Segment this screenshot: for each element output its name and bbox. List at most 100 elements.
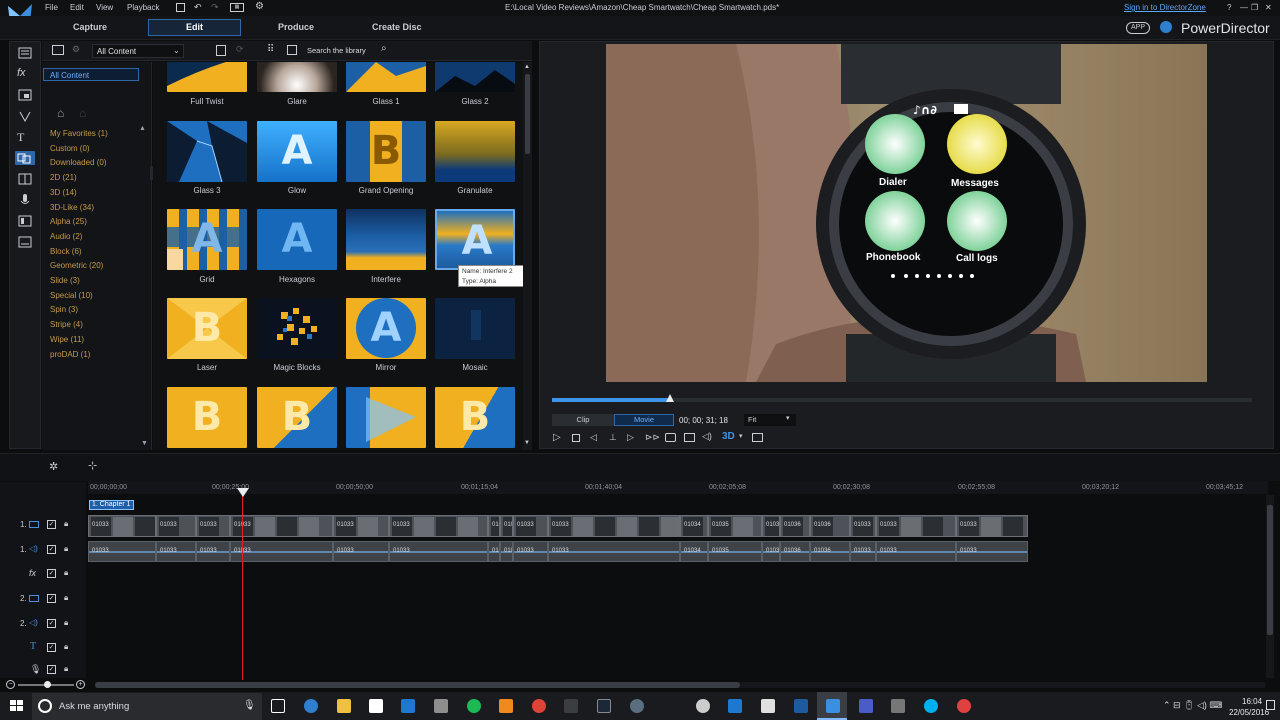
scrollbar-thumb[interactable] [95,682,740,688]
video-clip[interactable]: 01033 [333,515,389,537]
photoshop-icon[interactable] [794,699,808,713]
scrubber-handle[interactable] [665,394,674,402]
fit-timeline-icon[interactable]: ⊹ [88,459,97,472]
settings-icon[interactable] [696,699,710,713]
restore-button[interactable]: ❐ [1251,3,1258,12]
next-frame-icon[interactable]: ▷ [627,432,634,443]
chrome-icon[interactable] [532,699,546,713]
redo-icon[interactable]: ↷ [211,2,219,13]
transition-thumb-grid[interactable]: A [167,209,247,270]
transition-thumb-interfere-2[interactable]: A [435,209,515,270]
category-item[interactable]: Alpha (25) [50,217,87,226]
app-icon[interactable] [630,699,644,713]
close-button[interactable]: ✕ [1265,3,1272,12]
horizontal-scrollbar[interactable] [95,682,1265,688]
skype-icon[interactable] [924,699,938,713]
audio-clip[interactable]: 01033 [88,541,156,562]
playhead-handle[interactable] [237,488,249,497]
file-explorer-icon[interactable] [337,699,351,713]
scrollbar-thumb[interactable] [1267,505,1273,635]
media-app-icon[interactable] [434,699,448,713]
zoom-out-icon[interactable]: − [6,680,15,689]
scroll-down-icon[interactable]: ▼ [524,440,530,446]
tag-remove-icon[interactable]: ⌂ [79,106,86,120]
content-filter-select[interactable]: All Content ⌄ [92,44,184,58]
transition-thumb[interactable]: B [257,387,337,448]
track-lock-icon[interactable]: 🔒︎ [64,519,68,529]
audio-clip[interactable]: 01033 [876,541,956,562]
video-clip[interactable]: 01033 [850,515,876,537]
undo-icon[interactable]: ↶ [194,2,202,13]
transition-thumb-glass-3[interactable] [167,121,247,182]
add-to-favorites-icon[interactable] [216,45,226,56]
recorder-icon[interactable] [957,699,971,713]
audio-clip[interactable]: 01036 [810,541,850,562]
store-icon[interactable] [369,699,383,713]
edge-icon[interactable] [304,699,318,713]
video-clip[interactable]: 01033 [156,515,196,537]
chevron-down-icon[interactable]: ▾ [739,432,743,440]
category-item[interactable]: Geometric (20) [50,261,103,270]
voice-over-icon[interactable] [17,193,33,207]
video-clip[interactable]: 01035 [762,515,780,537]
help-button[interactable]: ? [1227,3,1231,12]
undock-preview-icon[interactable] [752,433,763,442]
transition-thumb-full-twist[interactable] [167,62,247,92]
subtitle-toggle-icon[interactable] [684,433,695,442]
start-button[interactable] [10,700,24,712]
track-lock-icon[interactable]: 🔒︎ [64,618,68,628]
category-item[interactable]: My Favorites (1) [50,129,108,138]
timeline-scrollbar[interactable] [1266,495,1274,678]
video-clip[interactable]: 01036 [780,515,810,537]
transition-thumb[interactable]: B [167,387,247,448]
zoom-fit-select[interactable]: Fit ▾ [744,414,796,426]
audio-clip[interactable]: 01033 [230,541,333,562]
track-enable-checkbox[interactable]: ✓ [47,594,56,603]
video-clip[interactable]: 01033 [88,515,156,537]
timeline-playhead[interactable] [242,490,243,680]
title-room-icon[interactable]: T [17,130,33,144]
category-item[interactable]: Downloaded (0) [50,158,106,167]
track-lock-icon[interactable]: 🔒︎ [64,593,68,603]
category-scroll-down-icon[interactable]: ▼ [141,440,148,447]
audio-clip[interactable]: 01034 [680,541,708,562]
all-content-tree-item[interactable]: All Content [43,68,139,81]
library-scrollbar[interactable]: ▲ ▼ [523,62,532,450]
playback-scrubber[interactable] [552,394,1252,402]
action-center-icon[interactable] [1266,700,1275,710]
video-clip[interactable]: 01033 [230,515,333,537]
tag-add-icon[interactable]: ⌂ [57,106,64,120]
category-item[interactable]: 2D (21) [50,173,77,182]
app-icon[interactable] [859,699,873,713]
download-icon[interactable]: ⟳ [236,44,244,55]
volume-icon[interactable]: ◁) [702,431,712,442]
category-item[interactable]: 3D (14) [50,188,77,197]
transition-thumb[interactable]: B [435,387,515,448]
steam-icon[interactable] [597,699,611,713]
track-enable-checkbox[interactable]: ✓ [47,643,56,652]
category-item[interactable]: proDAD (1) [50,350,90,359]
audio-clip[interactable]: 01033 [488,541,500,562]
thumbnail-size-icon[interactable] [287,45,297,55]
audio-clip[interactable]: 01035 [762,541,780,562]
zoom-slider-handle[interactable] [44,681,51,688]
transition-thumb-glare[interactable] [257,62,337,92]
pip-room-icon[interactable] [17,88,33,102]
timecode-display[interactable]: 00; 00; 31; 18 [679,416,728,425]
scroll-up-icon[interactable]: ▲ [524,64,530,70]
scrollbar-thumb[interactable] [525,74,530,154]
create-disc-tab[interactable]: Create Disc [372,22,422,32]
app-icon[interactable] [891,699,905,713]
category-item[interactable]: Stripe (4) [50,320,83,329]
save-icon[interactable] [176,3,185,12]
audio-clip[interactable]: 01033 [956,541,1028,562]
audio-clip[interactable]: 01033 [548,541,680,562]
chapter-room-icon[interactable] [17,214,33,228]
fast-forward-icon[interactable]: ⊳⊳ [645,432,660,443]
category-item[interactable]: Wipe (11) [50,335,84,344]
cortana-search[interactable]: Ask me anything 🎙︎ [32,693,262,720]
capture-tab[interactable]: Capture [73,22,107,32]
transition-thumb-grand-opening[interactable]: B [346,121,426,182]
video-clip[interactable]: 01033 [513,515,548,537]
sign-in-link[interactable]: Sign in to DirectorZone [1124,3,1206,12]
